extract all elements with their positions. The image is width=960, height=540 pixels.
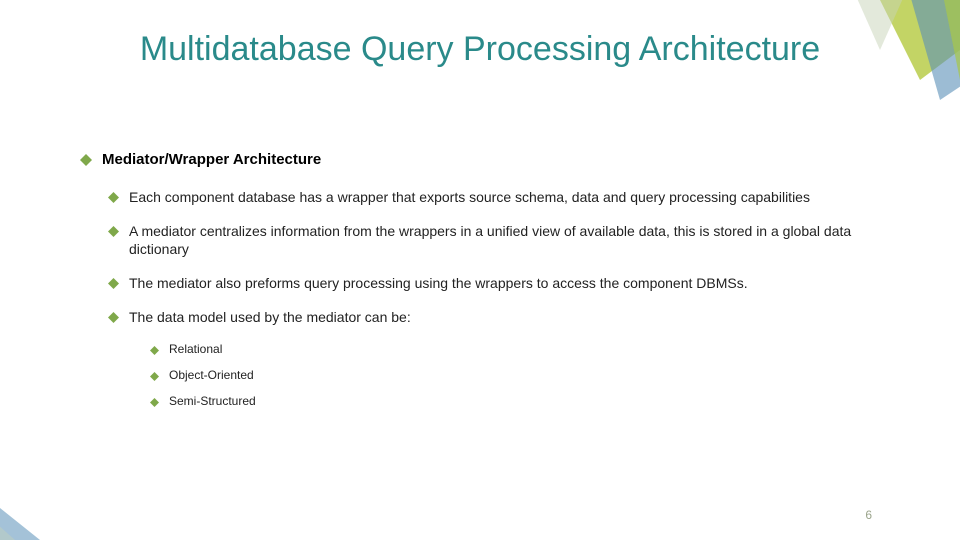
bullet-level-3: Relational	[150, 342, 890, 358]
slide-content: Mediator/Wrapper Architecture Each compo…	[80, 150, 890, 419]
slide: Multidatabase Query Processing Architect…	[0, 0, 960, 540]
diamond-arrow-icon	[150, 398, 159, 407]
diamond-arrow-icon	[150, 346, 159, 355]
bullet-level-2: Each component database has a wrapper th…	[108, 188, 890, 206]
diamond-arrow-icon	[108, 192, 119, 203]
bullet-text: The mediator also preforms query process…	[129, 274, 748, 292]
bullet-level-2: A mediator centralizes information from …	[108, 222, 890, 258]
bullet-level-2: The data model used by the mediator can …	[108, 308, 890, 326]
bullet-text: Relational	[169, 342, 222, 358]
bullet-level-1: Mediator/Wrapper Architecture	[80, 150, 890, 170]
diamond-arrow-icon	[150, 372, 159, 381]
bullet-text: Mediator/Wrapper Architecture	[102, 150, 321, 170]
bullet-text: The data model used by the mediator can …	[129, 308, 411, 326]
bullet-text: Semi-Structured	[169, 394, 256, 410]
bullet-level-2: The mediator also preforms query process…	[108, 274, 890, 292]
bullet-text: Each component database has a wrapper th…	[129, 188, 810, 206]
diamond-arrow-icon	[108, 226, 119, 237]
bullet-text: Object-Oriented	[169, 368, 254, 384]
page-number: 6	[865, 508, 872, 522]
diamond-arrow-icon	[108, 312, 119, 323]
diamond-arrow-icon	[80, 154, 92, 166]
bullet-level-3: Semi-Structured	[150, 394, 890, 410]
decoration-bottom-left	[0, 400, 160, 540]
bullet-level-3: Object-Oriented	[150, 368, 890, 384]
slide-title: Multidatabase Query Processing Architect…	[0, 30, 960, 69]
decoration-top-right	[740, 0, 960, 140]
bullet-text: A mediator centralizes information from …	[129, 222, 890, 258]
diamond-arrow-icon	[108, 278, 119, 289]
